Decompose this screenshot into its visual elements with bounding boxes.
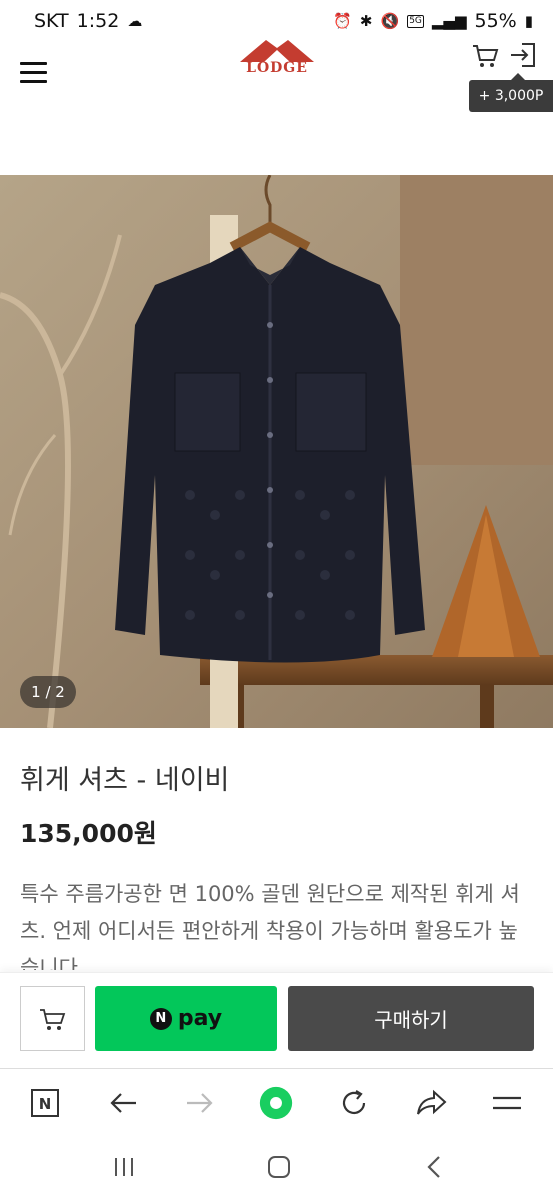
product-description: 특수 주름가공한 면 100% 골덴 원단으로 제작된 휘게 셔츠. 언제 어디… — [20, 882, 520, 970]
network-badge: 5G — [407, 14, 424, 28]
home-letter: N — [39, 1095, 52, 1113]
alarm-icon: ⏰ — [333, 12, 352, 30]
mute-icon: 🔇 — [380, 12, 400, 30]
npay-logo-icon: N — [149, 1007, 172, 1030]
browser-toolbar: N — [0, 1068, 553, 1136]
cart-icon — [39, 1008, 65, 1030]
purchase-button[interactable]: 구매하기 — [288, 986, 534, 1051]
home-icon[interactable] — [262, 1152, 296, 1182]
npay-button[interactable]: N pay — [95, 986, 277, 1051]
cloud-notification-icon: ☁ — [127, 12, 143, 30]
site-header: LODGE + 3,000P — [0, 40, 553, 112]
share-icon[interactable] — [414, 1086, 448, 1120]
points-badge: + 3,000P — [469, 73, 553, 112]
system-back-icon[interactable] — [417, 1152, 451, 1182]
status-left: SKT 1:52 ☁ — [34, 10, 142, 32]
product-price: 135,000원 — [20, 819, 157, 848]
recent-apps-icon[interactable] — [107, 1152, 141, 1182]
back-icon[interactable] — [106, 1086, 140, 1120]
clock: 1:52 — [76, 10, 120, 32]
system-nav-bar — [0, 1136, 553, 1200]
reload-icon[interactable] — [337, 1086, 371, 1120]
carrier-label: SKT — [34, 10, 69, 32]
cart-icon[interactable] — [470, 40, 500, 70]
status-right: ⏰ ✱ 🔇 5G ▂▄▆ 55% ▮ — [333, 10, 533, 32]
forward-icon[interactable] — [183, 1086, 217, 1120]
battery-percent: 55% — [474, 10, 517, 32]
logo-text: LODGE — [246, 60, 308, 76]
product-image[interactable] — [0, 175, 553, 728]
npay-label: pay — [177, 1006, 223, 1031]
login-icon[interactable] — [508, 40, 538, 70]
battery-icon: ▮ — [524, 12, 533, 30]
site-logo[interactable]: LODGE — [236, 36, 318, 84]
green-dot-icon[interactable] — [259, 1086, 293, 1120]
image-counter: 1 / 2 — [20, 676, 76, 708]
add-to-cart-button[interactable] — [20, 986, 85, 1051]
menu-icon[interactable] — [20, 62, 47, 84]
purchase-bar: N pay 구매하기 — [0, 972, 553, 1068]
product-name: 휘게 셔츠 - 네이비 — [20, 765, 230, 796]
naver-home-icon[interactable]: N — [28, 1086, 62, 1120]
browser-menu-icon[interactable] — [490, 1086, 524, 1120]
bluetooth-icon: ✱ — [359, 12, 373, 30]
signal-icon: ▂▄▆ — [431, 12, 467, 30]
shirt-photo — [0, 175, 553, 728]
